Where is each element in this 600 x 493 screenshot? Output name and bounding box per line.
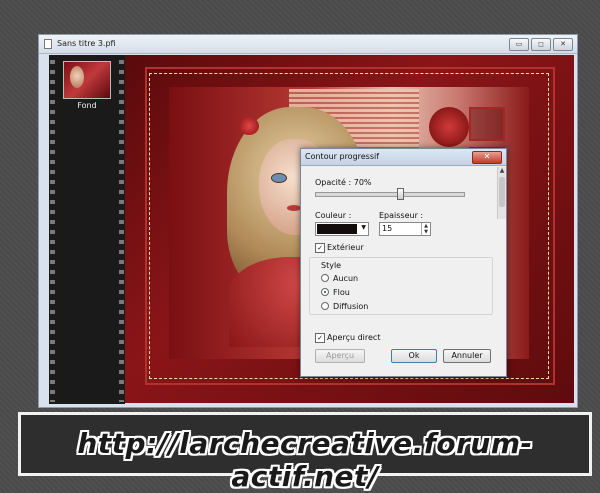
radio-diffusion-label: Diffusion (333, 302, 369, 311)
window-title-bar[interactable]: Sans titre 3.pfi ▭ ◻ ✕ (39, 35, 577, 54)
banner-url: http://larchecreative.forum-actif.net/ (77, 427, 533, 493)
minimize-button[interactable]: ▭ (509, 38, 529, 51)
exterior-label: Extérieur (327, 243, 364, 252)
radio-aucun[interactable] (321, 274, 329, 282)
opacity-slider-track[interactable] (315, 192, 465, 197)
layer-label: Fond (77, 101, 97, 110)
ok-button[interactable]: Ok (391, 349, 437, 363)
thickness-input[interactable]: 15 ▲ ▼ (379, 222, 431, 236)
restore-button[interactable]: ◻ (531, 38, 551, 51)
layers-panel: Fond (49, 55, 125, 404)
contour-progressif-dialog: Contour progressif ✕ ▲ Opacité : 70% Cou… (300, 148, 507, 377)
radio-flou[interactable] (321, 288, 329, 296)
dialog-scrollbar[interactable]: ▲ (497, 167, 506, 219)
style-label: Style (321, 261, 342, 270)
color-picker[interactable]: ▼ (315, 222, 369, 236)
scroll-up-icon[interactable]: ▲ (498, 167, 506, 175)
radio-flou-label: Flou (333, 288, 350, 297)
thickness-value: 15 (382, 224, 393, 233)
opacity-label: Opacité : 70% (315, 178, 372, 187)
color-swatch (317, 224, 357, 234)
document-icon (44, 39, 52, 49)
url-banner: http://larchecreative.forum-actif.net/ (18, 412, 592, 493)
color-label: Couleur : (315, 211, 352, 220)
scroll-thumb[interactable] (499, 177, 505, 207)
cancel-button[interactable]: Annuler (443, 349, 491, 363)
chevron-down-icon: ▼ (361, 224, 366, 231)
dialog-title: Contour progressif (305, 152, 380, 161)
preview-button[interactable]: Aperçu (315, 349, 365, 363)
close-button[interactable]: ✕ (553, 38, 573, 51)
window-controls: ▭ ◻ ✕ (509, 38, 573, 51)
thickness-spinner[interactable]: ▲ ▼ (421, 223, 430, 235)
thumbnail-image (70, 66, 84, 88)
window-title: Sans titre 3.pfi (57, 39, 116, 48)
radio-aucun-label: Aucun (333, 274, 359, 283)
preview-direct-label: Aperçu direct (327, 333, 381, 342)
dialog-title-bar[interactable]: Contour progressif ✕ (301, 149, 506, 166)
preview-direct-checkbox[interactable]: ✓ (315, 333, 325, 343)
exterior-checkbox[interactable]: ✓ (315, 243, 325, 253)
opacity-slider-thumb[interactable] (397, 188, 404, 200)
layer-thumbnail-fond[interactable] (63, 61, 111, 99)
thickness-label: Epaisseur : (379, 211, 424, 220)
dialog-close-button[interactable]: ✕ (472, 151, 502, 164)
radio-diffusion[interactable] (321, 302, 329, 310)
